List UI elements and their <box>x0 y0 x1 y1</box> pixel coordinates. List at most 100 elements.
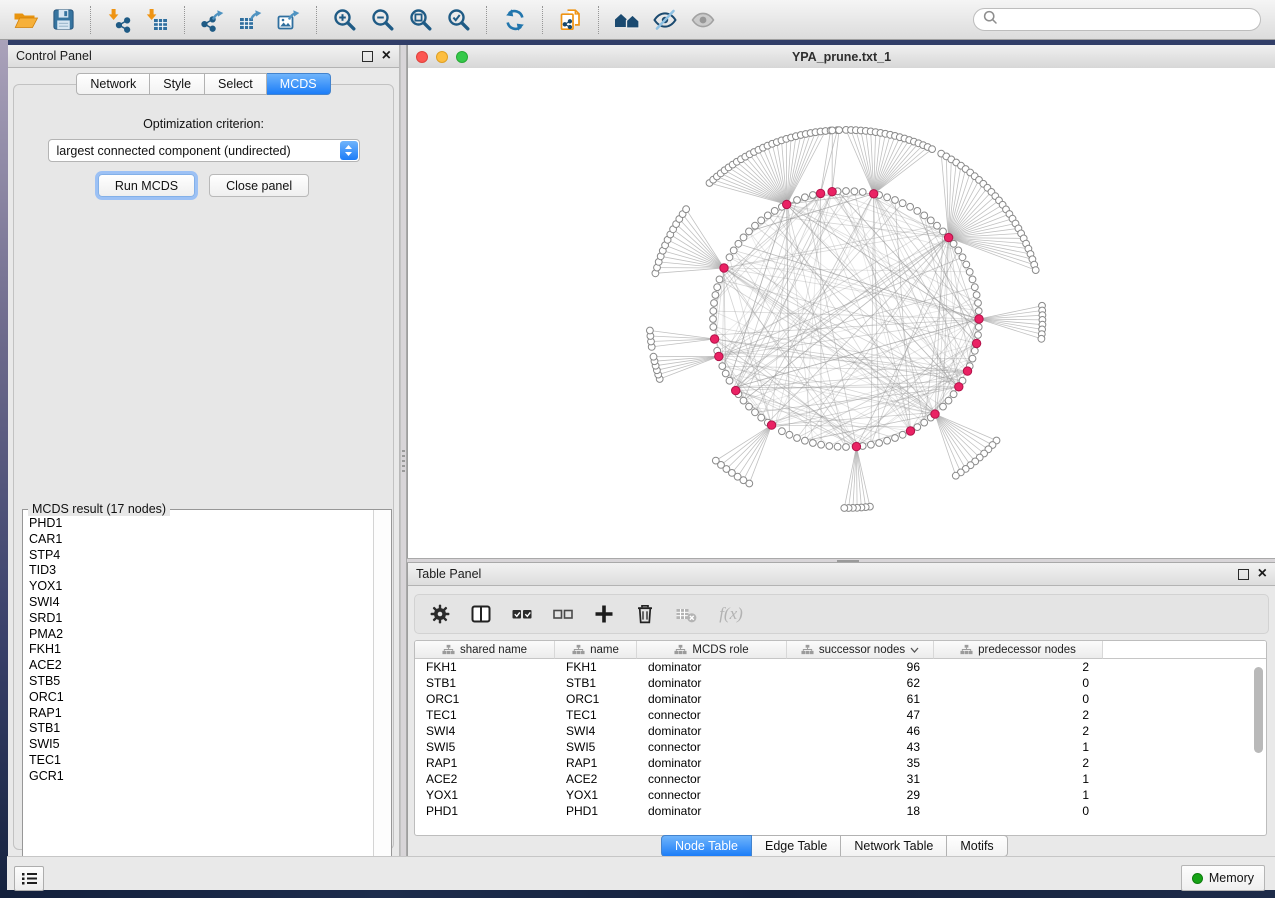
mcds-result-item[interactable]: CAR1 <box>29 532 373 548</box>
tab-network[interactable]: Network <box>76 73 150 95</box>
table-row-YOX1[interactable]: YOX1YOX1connector291 <box>415 787 1266 803</box>
criterion-value: largest connected component (undirected) <box>49 144 340 158</box>
cell: 2 <box>934 660 1103 674</box>
column-header-MCDS-role[interactable]: MCDS role <box>637 641 787 659</box>
gear-icon[interactable] <box>427 600 453 628</box>
window-minimize-traffic-light[interactable] <box>436 51 448 63</box>
network-titlebar[interactable]: YPA_prune.txt_1 <box>408 45 1275 69</box>
window-zoom-traffic-light[interactable] <box>456 51 468 63</box>
mcds-result-item[interactable]: STB1 <box>29 721 373 737</box>
mcds-result-item[interactable]: RAP1 <box>29 706 373 722</box>
cell: ORC1 <box>415 692 555 706</box>
criterion-select[interactable]: largest connected component (undirected) <box>48 139 360 162</box>
export-table-icon[interactable] <box>232 3 270 37</box>
network-graph[interactable] <box>408 68 1274 558</box>
mcds-result-item[interactable]: STP4 <box>29 548 373 564</box>
tab-mcds[interactable]: MCDS <box>267 73 331 95</box>
hide-graphics-icon[interactable] <box>646 3 684 37</box>
search-input[interactable] <box>1003 12 1252 28</box>
table-row-FKH1[interactable]: FKH1FKH1dominator962 <box>415 659 1266 675</box>
table-row-PHD1[interactable]: PHD1PHD1dominator180 <box>415 803 1266 819</box>
table-tab-edge-table[interactable]: Edge Table <box>752 835 841 857</box>
table-row-ORC1[interactable]: ORC1ORC1dominator610 <box>415 691 1266 707</box>
mcds-result-item[interactable]: SWI5 <box>29 737 373 753</box>
float-table-panel-icon[interactable] <box>1238 569 1249 580</box>
columns-icon[interactable] <box>468 600 494 628</box>
table-row-STB1[interactable]: STB1STB1dominator620 <box>415 675 1266 691</box>
table-tab-node-table[interactable]: Node Table <box>661 835 752 857</box>
cell: 43 <box>787 740 934 754</box>
network-canvas[interactable] <box>408 68 1275 558</box>
mcds-result-item[interactable]: ACE2 <box>29 658 373 674</box>
clone-network-icon[interactable] <box>552 3 590 37</box>
control-panel-title: Control Panel <box>16 49 92 63</box>
memory-button[interactable]: Memory <box>1181 865 1265 891</box>
search-field[interactable] <box>973 8 1261 31</box>
mcds-result-item[interactable]: FKH1 <box>29 642 373 658</box>
mcds-result-item[interactable]: TEC1 <box>29 753 373 769</box>
zoom-selected-icon[interactable] <box>440 3 478 37</box>
table-scrollbar[interactable] <box>1254 667 1263 753</box>
open-session-icon[interactable] <box>6 3 44 37</box>
add-icon[interactable] <box>591 600 617 628</box>
column-header-predecessor-nodes[interactable]: predecessor nodes <box>934 641 1103 659</box>
table-row-SWI4[interactable]: SWI4SWI4dominator462 <box>415 723 1266 739</box>
cell: dominator <box>637 692 787 706</box>
cell: 1 <box>934 740 1103 754</box>
toolbar-separator <box>316 6 318 34</box>
import-network-icon[interactable] <box>100 3 138 37</box>
close-table-panel-icon[interactable]: × <box>1258 569 1267 579</box>
table-tab-network-table[interactable]: Network Table <box>841 835 947 857</box>
task-history-button[interactable] <box>14 866 44 891</box>
mcds-result-item[interactable]: PMA2 <box>29 627 373 643</box>
mcds-result-item[interactable]: GCR1 <box>29 769 373 785</box>
cell: ORC1 <box>555 692 637 706</box>
column-header-name[interactable]: name <box>555 641 637 659</box>
mcds-result-item[interactable]: SRD1 <box>29 611 373 627</box>
table-row-RAP1[interactable]: RAP1RAP1dominator352 <box>415 755 1266 771</box>
zoom-out-icon[interactable] <box>364 3 402 37</box>
tab-select[interactable]: Select <box>205 73 267 95</box>
mcds-result-item[interactable]: SWI4 <box>29 595 373 611</box>
result-scrollbar[interactable] <box>373 510 391 870</box>
tab-style[interactable]: Style <box>150 73 205 95</box>
column-header-shared-name[interactable]: shared name <box>415 641 555 659</box>
float-panel-icon[interactable] <box>362 51 373 62</box>
vertical-splitter[interactable] <box>400 45 407 856</box>
cell: 2 <box>934 724 1103 738</box>
save-session-icon[interactable] <box>44 3 82 37</box>
mcds-result-item[interactable]: ORC1 <box>29 690 373 706</box>
table-row-SWI5[interactable]: SWI5SWI5connector431 <box>415 739 1266 755</box>
refresh-icon[interactable] <box>496 3 534 37</box>
mcds-result-item[interactable]: YOX1 <box>29 579 373 595</box>
column-header-successor-nodes[interactable]: successor nodes <box>787 641 934 659</box>
select-all-icon[interactable] <box>509 600 535 628</box>
cell: 18 <box>787 804 934 818</box>
zoom-fit-icon[interactable] <box>402 3 440 37</box>
import-table-icon[interactable] <box>138 3 176 37</box>
mcds-result-list[interactable]: PHD1CAR1STP4TID3YOX1SWI4SRD1PMA2FKH1ACE2… <box>23 512 373 870</box>
window-close-traffic-light[interactable] <box>416 51 428 63</box>
table-row-ACE2[interactable]: ACE2ACE2connector311 <box>415 771 1266 787</box>
mcds-result-item[interactable]: TID3 <box>29 563 373 579</box>
table-row-TEC1[interactable]: TEC1TEC1connector472 <box>415 707 1266 723</box>
delete-icon[interactable] <box>632 600 658 628</box>
export-image-icon[interactable] <box>270 3 308 37</box>
memory-status-icon <box>1192 873 1203 884</box>
cell: 62 <box>787 676 934 690</box>
mcds-result-item[interactable]: PHD1 <box>29 516 373 532</box>
show-networks-icon[interactable] <box>608 3 646 37</box>
mcds-result-item[interactable]: STB5 <box>29 674 373 690</box>
close-panel-icon[interactable]: × <box>382 51 391 61</box>
control-panel-window: Control Panel × NetworkStyleSelectMCDS O… <box>8 45 400 856</box>
cell: TEC1 <box>415 708 555 722</box>
cell: connector <box>637 708 787 722</box>
zoom-in-icon[interactable] <box>326 3 364 37</box>
run-mcds-button[interactable]: Run MCDS <box>98 174 195 197</box>
deselect-all-icon[interactable] <box>550 600 576 628</box>
cell: connector <box>637 788 787 802</box>
cell: PHD1 <box>555 804 637 818</box>
close-panel-button[interactable]: Close panel <box>209 174 309 197</box>
table-tab-motifs[interactable]: Motifs <box>947 835 1007 857</box>
export-network-icon[interactable] <box>194 3 232 37</box>
